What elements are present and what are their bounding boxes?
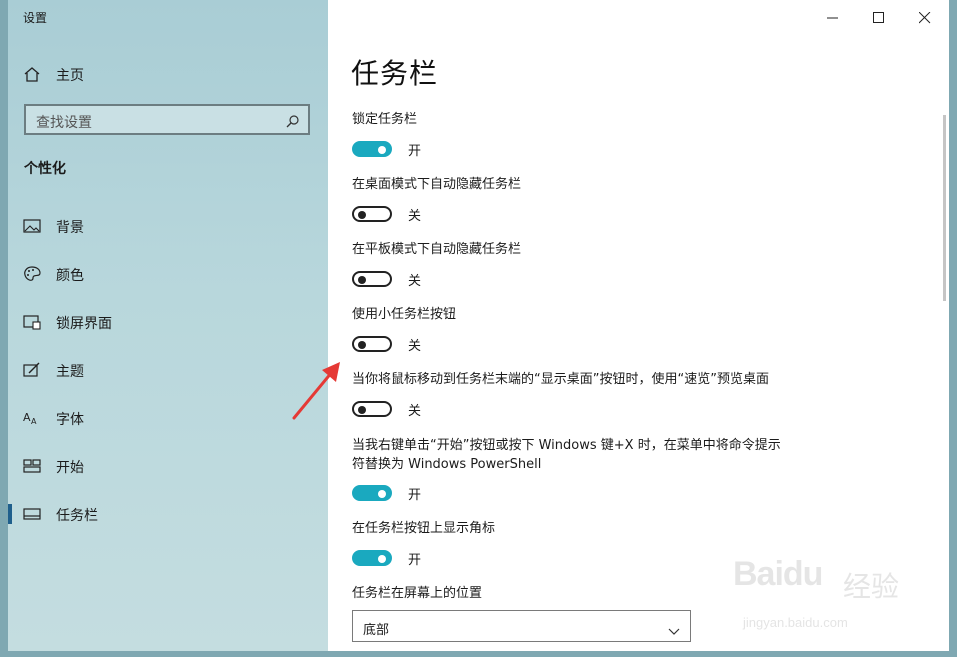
section-title: 个性化 xyxy=(24,161,66,177)
setting-label-small-buttons: 使用小任务栏按钮 xyxy=(352,307,457,322)
minimize-icon xyxy=(827,17,838,19)
minimize-button[interactable] xyxy=(810,6,856,30)
sidebar-item-label: 颜色 xyxy=(56,268,84,284)
sidebar-item-background[interactable]: 背景 xyxy=(8,206,328,246)
toggle-knob xyxy=(378,555,386,563)
sidebar-item-label: 开始 xyxy=(56,460,84,476)
sidebar-item-label: 锁屏界面 xyxy=(56,316,112,332)
sidebar-item-themes[interactable]: 主题 xyxy=(8,350,328,390)
setting-label-powershell: 当我右键单击“开始”按钮或按下 Windows 键+X 时，在菜单中将命令提示符… xyxy=(352,438,781,472)
palette-icon xyxy=(23,266,41,282)
home-icon xyxy=(23,66,41,82)
sidebar-item-colors[interactable]: 颜色 xyxy=(8,254,328,294)
svg-text:A: A xyxy=(31,417,37,426)
theme-icon xyxy=(23,362,41,378)
toggle-state: 开 xyxy=(408,553,422,568)
sidebar-item-lock-screen[interactable]: 锁屏界面 xyxy=(8,302,328,342)
settings-window: 设置 主页 查找设置 个性化 背景 颜色 锁屏界面 主题 A A 字体 开始 任… xyxy=(8,0,949,651)
watermark-text: 经验 xyxy=(843,570,900,603)
toggle-lock-taskbar[interactable] xyxy=(352,141,392,157)
font-icon: AA xyxy=(23,410,41,426)
toggle-peek[interactable] xyxy=(352,401,392,417)
toggle-knob xyxy=(378,146,386,154)
chevron-down-icon xyxy=(668,621,680,640)
page-title: 任务栏 xyxy=(351,57,439,90)
maximize-button[interactable] xyxy=(856,6,902,30)
sidebar-item-label: 主页 xyxy=(56,68,84,84)
baidu-watermark: Baidu 经验 jingyan.baidu.com xyxy=(733,553,923,635)
maximize-icon xyxy=(873,12,884,23)
toggle-knob xyxy=(358,341,366,349)
setting-label-badges: 在任务栏按钮上显示角标 xyxy=(352,521,496,536)
toggle-state: 开 xyxy=(408,144,422,159)
setting-label-autohide-desktop: 在桌面模式下自动隐藏任务栏 xyxy=(352,177,522,192)
toggle-state: 关 xyxy=(408,274,422,289)
toggle-knob xyxy=(358,211,366,219)
toggle-state: 关 xyxy=(408,209,422,224)
sidebar-item-label: 字体 xyxy=(56,412,84,428)
taskbar-icon xyxy=(23,506,41,522)
window-title: 设置 xyxy=(23,11,48,25)
lock-screen-icon xyxy=(23,314,41,330)
toggle-autohide-tablet[interactable] xyxy=(352,271,392,287)
toggle-small-buttons[interactable] xyxy=(352,336,392,352)
close-icon xyxy=(919,12,931,24)
search-icon xyxy=(286,113,300,128)
toggle-knob xyxy=(378,490,386,498)
close-button[interactable] xyxy=(902,6,948,30)
taskbar-position-select[interactable]: 底部 xyxy=(352,610,691,642)
setting-label-peek: 当你将鼠标移动到任务栏末端的“显示桌面”按钮时，使用“速览”预览桌面 xyxy=(352,372,769,387)
sidebar-item-label: 主题 xyxy=(56,364,84,380)
toggle-autohide-desktop[interactable] xyxy=(352,206,392,222)
sidebar: 设置 主页 查找设置 个性化 背景 颜色 锁屏界面 主题 A A 字体 开始 任… xyxy=(8,0,328,651)
toggle-badges[interactable] xyxy=(352,550,392,566)
toggle-powershell[interactable] xyxy=(352,485,392,501)
image-icon xyxy=(23,218,41,234)
setting-label-autohide-tablet: 在平板模式下自动隐藏任务栏 xyxy=(352,242,522,257)
watermark-logo: Baidu xyxy=(733,555,823,593)
toggle-state: 关 xyxy=(408,404,422,419)
sidebar-item-label: 背景 xyxy=(56,220,84,236)
sidebar-item-start[interactable]: 开始 xyxy=(8,446,328,486)
sidebar-item-label: 任务栏 xyxy=(56,508,98,524)
toggle-state: 关 xyxy=(408,339,422,354)
toggle-knob xyxy=(358,406,366,414)
start-icon xyxy=(23,458,41,474)
toggle-knob xyxy=(358,276,366,284)
sidebar-item-home[interactable]: 主页 xyxy=(8,54,328,94)
setting-label-lock-taskbar: 锁定任务栏 xyxy=(352,112,418,127)
watermark-url: jingyan.baidu.com xyxy=(743,615,848,630)
search-placeholder: 查找设置 xyxy=(36,115,92,131)
search-input[interactable]: 查找设置 xyxy=(24,104,310,135)
select-value: 底部 xyxy=(363,623,390,638)
annotation-arrow xyxy=(292,362,340,420)
scrollbar[interactable] xyxy=(943,115,946,301)
svg-text:A: A xyxy=(23,411,31,424)
sidebar-item-taskbar[interactable]: 任务栏 xyxy=(8,494,328,534)
toggle-state: 开 xyxy=(408,488,422,503)
sidebar-item-fonts[interactable]: AA 字体 xyxy=(8,398,328,438)
